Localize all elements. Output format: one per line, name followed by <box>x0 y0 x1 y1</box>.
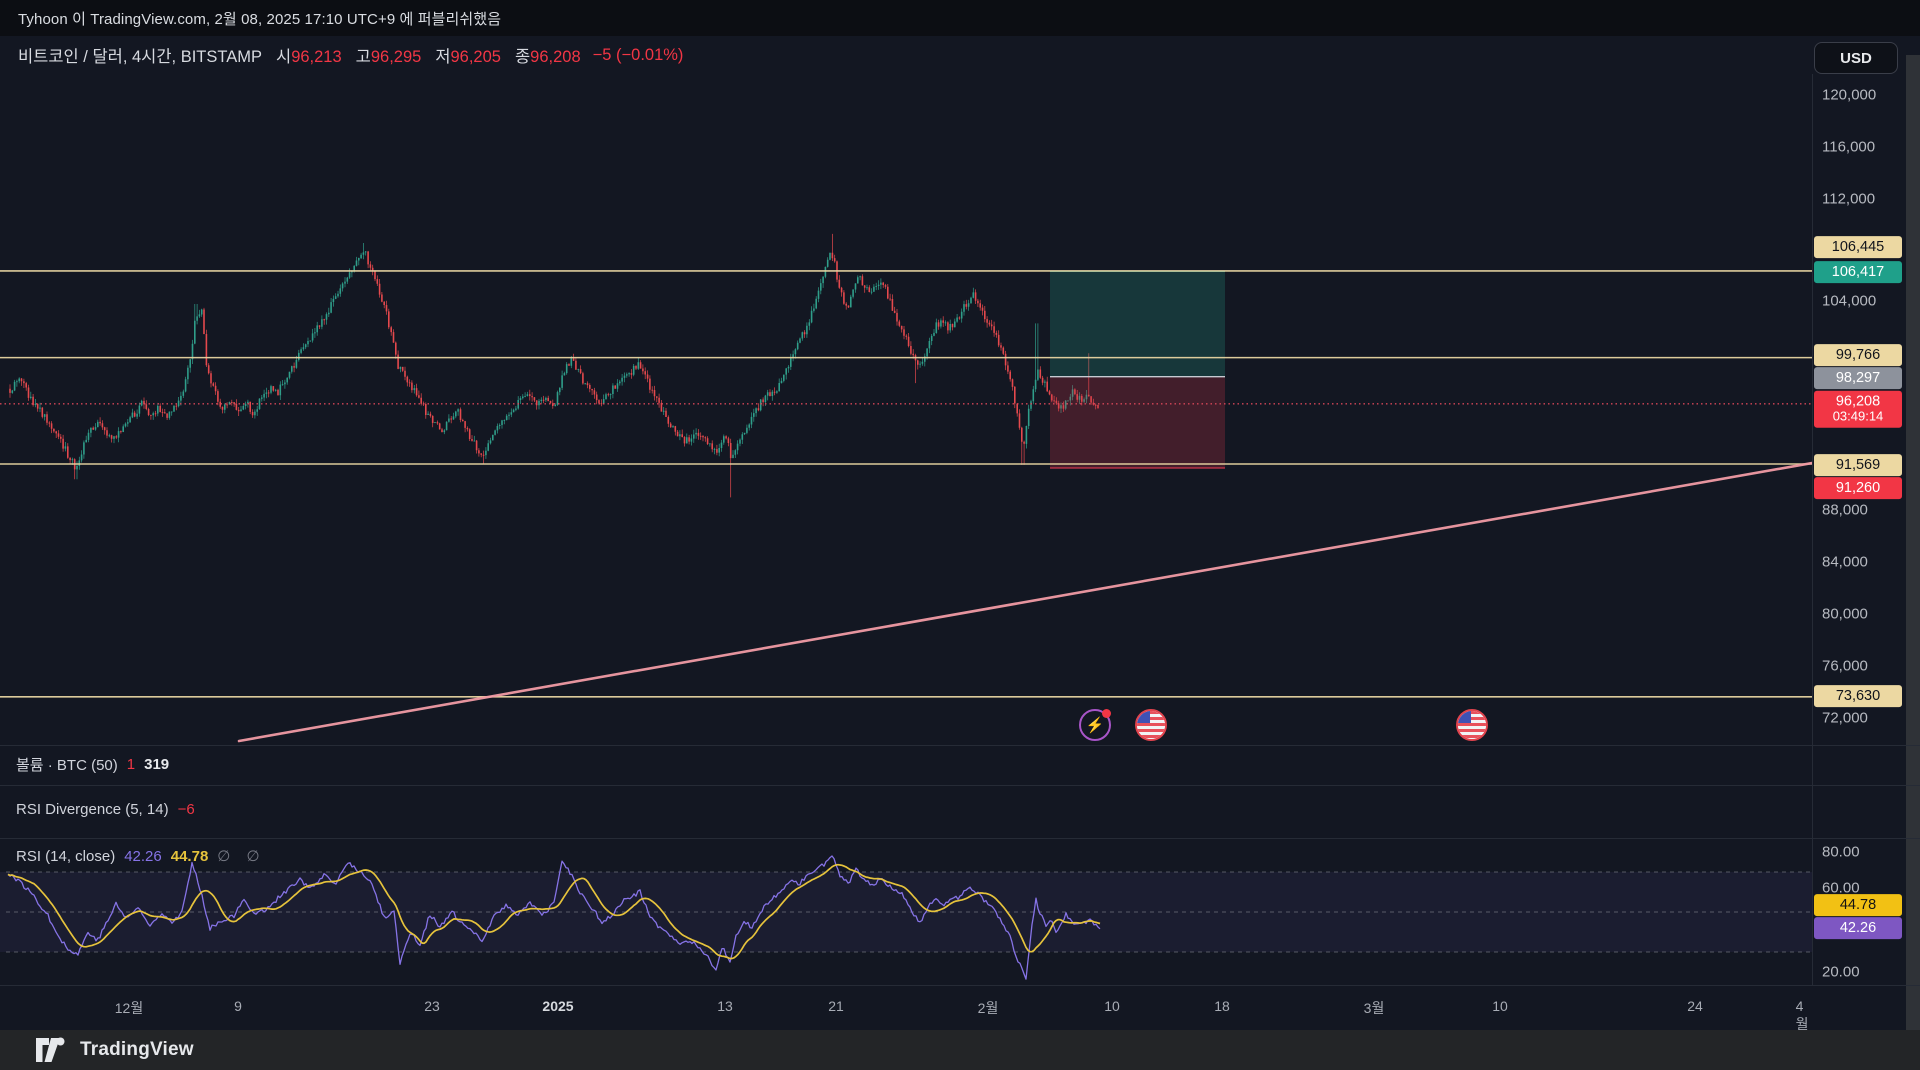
tradingview-brand-text: TradingView <box>80 1039 194 1060</box>
pane-divider[interactable] <box>0 838 1920 839</box>
price-axis-tick: 104,000 <box>1822 292 1877 310</box>
time-tick-2월: 2월 <box>977 1000 999 1016</box>
long-position-profit-zone[interactable] <box>1050 271 1225 377</box>
time-tick-10: 10 <box>1492 998 1508 1014</box>
candle-bodies-down <box>9 251 1099 470</box>
price-label-91260[interactable]: 91,260 <box>1814 477 1902 499</box>
currency-button[interactable]: USD <box>1814 42 1898 74</box>
time-tick-23: 23 <box>424 998 440 1014</box>
ohlc-시: 시96,213 <box>276 48 342 66</box>
price-axis-tick: 80,000 <box>1822 605 1868 623</box>
chart-canvas[interactable] <box>0 0 1920 1070</box>
price-axis-tick: 76,000 <box>1822 657 1868 675</box>
price-axis-border <box>1812 74 1813 985</box>
ohlc-row: 시96,213 고96,295 저96,205 종96,208 <box>262 43 581 67</box>
price-label-91569[interactable]: 91,569 <box>1814 454 1902 476</box>
time-tick-9: 9 <box>234 998 242 1014</box>
main-pane <box>0 233 1812 743</box>
change-text: −5 (−0.01%) <box>592 45 684 64</box>
price-label-96208[interactable]: 96,208 03:49:14 <box>1814 390 1902 428</box>
rsi-ma-label: 44.78 <box>1814 894 1902 916</box>
time-tick-4월: 4월 <box>1795 998 1809 1030</box>
economic-event-us-flag-icon[interactable] <box>1135 709 1167 741</box>
rsi-divergence-value: −6 <box>177 801 195 818</box>
volume-title: 볼륨 · BTC (50) <box>16 757 118 774</box>
volume-ma-value: 319 <box>144 756 170 773</box>
tradingview-logo[interactable]: TradingView <box>36 1037 194 1063</box>
time-tick-2025: 2025 <box>542 998 574 1014</box>
ohlc-저: 저96,205 <box>435 48 501 66</box>
trendline[interactable] <box>237 461 1812 743</box>
candle-bodies-up <box>11 251 1088 470</box>
tradingview-logo-mark <box>36 1037 65 1062</box>
symbol-title[interactable]: 비트코인 / 달러, 4시간, BITSTAMP <box>18 43 262 67</box>
price-axis-tick: 84,000 <box>1822 553 1868 571</box>
time-tick-10: 10 <box>1104 998 1120 1014</box>
footer-bar: TradingView <box>0 1030 1920 1070</box>
price-axis-tick: 120,000 <box>1822 86 1877 104</box>
scrollbar-gutter[interactable] <box>1906 55 1920 1030</box>
publisher-text: Tyhoon 이 TradingView.com, 2월 08, 2025 17… <box>18 10 502 28</box>
time-tick-3월: 3월 <box>1363 1000 1385 1016</box>
rsi-axis-tick: 20.00 <box>1822 963 1860 981</box>
economic-event-us-flag-icon[interactable] <box>1456 709 1488 741</box>
price-label-98297[interactable]: 98,297 <box>1814 367 1902 389</box>
publisher-bar: Tyhoon 이 TradingView.com, 2월 08, 2025 17… <box>0 0 1920 36</box>
ohlc-종: 종96,208 <box>514 48 581 66</box>
crypto-event-lightning-icon[interactable]: ⚡ <box>1079 709 1111 741</box>
chart-header: 비트코인 / 달러, 4시간, BITSTAMP 시96,213 고96,295 저… <box>0 36 1920 74</box>
time-tick-13: 13 <box>717 998 733 1014</box>
candle-wicks-down <box>9 233 1099 498</box>
ohlc-고: 고96,295 <box>355 48 422 66</box>
volume-pane-title[interactable]: 볼륨 · BTC (50) 1 319 <box>16 754 169 775</box>
price-label-73630[interactable]: 73,630 <box>1814 685 1902 707</box>
price-axis-tick: 72,000 <box>1822 709 1868 727</box>
time-tick-12월: 12월 <box>114 1000 144 1016</box>
rsi-ma-value: 44.78 <box>170 847 209 865</box>
price-label-106445[interactable]: 106,445 <box>1814 236 1902 258</box>
price-axis-tick: 116,000 <box>1822 138 1876 156</box>
rsi-title: RSI (14, close) <box>16 847 116 865</box>
long-position-loss-zone[interactable] <box>1050 376 1225 469</box>
tradingview-published-chart: Tyhoon 이 TradingView.com, 2월 08, 2025 17… <box>0 0 1920 1070</box>
rsi-divergence-title: RSI Divergence (5, 14) <box>16 801 169 818</box>
pane-divider[interactable] <box>0 745 1920 746</box>
rsi-axis-tick: 80.00 <box>1822 843 1860 861</box>
price-axis-tick: 88,000 <box>1822 501 1868 519</box>
volume-value: 1 <box>126 756 136 773</box>
rsi-value: 42.26 <box>124 847 162 865</box>
time-tick-24: 24 <box>1687 998 1703 1014</box>
rsi-hidden-values: ∅ ∅ <box>217 848 266 865</box>
rsi-pane <box>0 855 1812 980</box>
price-axis-tick: 112,000 <box>1822 190 1876 208</box>
price-label-106417[interactable]: 106,417 <box>1814 261 1902 283</box>
pane-divider[interactable] <box>0 785 1920 786</box>
price-label-99766[interactable]: 99,766 <box>1814 344 1902 366</box>
time-tick-21: 21 <box>828 998 844 1014</box>
countdown-timer: 03:49:14 <box>1832 408 1884 424</box>
rsi-divergence-pane-title[interactable]: RSI Divergence (5, 14) −6 <box>16 801 195 818</box>
rsi-pane-title[interactable]: RSI (14, close) 42.26 44.78 ∅ ∅ <box>16 847 266 866</box>
time-axis[interactable]: 12월 9 23 2025 13 21 2월 10 18 3월 10 24 4월 <box>0 985 1812 1030</box>
time-tick-18: 18 <box>1214 998 1230 1014</box>
rsi-value-label: 42.26 <box>1814 917 1902 939</box>
